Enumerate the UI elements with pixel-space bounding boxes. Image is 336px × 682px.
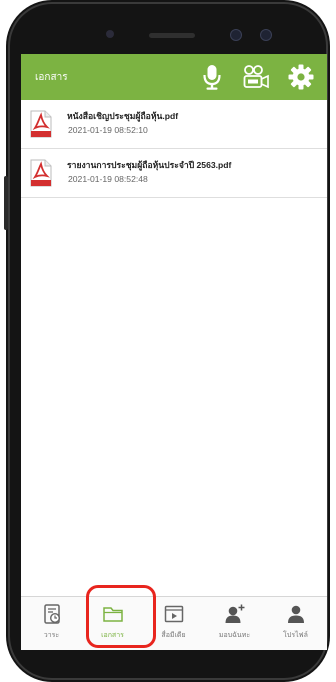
profile-icon [287, 605, 304, 623]
document-name: หนังสือเชิญประชุมผู้ถือหุ้น.pdf [67, 111, 179, 121]
agenda-icon [43, 604, 60, 624]
front-sensor [106, 30, 114, 38]
earpiece-speaker [149, 33, 195, 38]
pdf-file-icon [30, 110, 52, 138]
app-header: เอกสาร [21, 54, 327, 100]
nav-label: โปรไฟล์ [283, 632, 308, 639]
documents-tab-highlight [86, 585, 156, 648]
bottom-navigation: วาระ เอกสาร สื่อมีเดีย มอบฉันทะ โปรไฟล์ [21, 596, 327, 650]
media-player-icon [164, 605, 183, 623]
nav-label: วาระ [43, 632, 60, 639]
front-camera-secondary-icon [260, 29, 272, 41]
page-title: เอกสาร [35, 72, 68, 83]
nav-item-proxy[interactable]: มอบฉันทะ [204, 597, 265, 650]
app-screen: เอกสาร หนังสือเชิญประชุมผู้ถือหุ้น.pdf 2… [21, 54, 327, 650]
document-timestamp: 2021-01-19 08:52:48 [68, 174, 148, 184]
document-item[interactable]: รายงานการประชุมผู้ถือหุ้นประจำปี 2563.pd… [21, 149, 327, 198]
document-name: รายงานการประชุมผู้ถือหุ้นประจำปี 2563.pd… [67, 160, 232, 170]
settings-icon[interactable] [287, 63, 315, 91]
side-button [4, 176, 8, 230]
front-camera-icon [230, 29, 242, 41]
nav-item-agenda[interactable]: วาระ [21, 597, 82, 650]
nav-item-profile[interactable]: โปรไฟล์ [265, 597, 326, 650]
nav-label: มอบฉันทะ [218, 632, 251, 639]
pdf-file-icon [30, 159, 52, 187]
phone-frame: เอกสาร หนังสือเชิญประชุมผู้ถือหุ้น.pdf 2… [4, 0, 330, 682]
microphone-icon[interactable] [198, 63, 226, 91]
document-list: หนังสือเชิญประชุมผู้ถือหุ้น.pdf 2021-01-… [21, 100, 327, 198]
document-timestamp: 2021-01-19 08:52:10 [68, 125, 148, 135]
add-proxy-icon [225, 604, 244, 623]
document-item[interactable]: หนังสือเชิญประชุมผู้ถือหุ้น.pdf 2021-01-… [21, 100, 327, 149]
video-conference-icon[interactable] [242, 63, 270, 91]
